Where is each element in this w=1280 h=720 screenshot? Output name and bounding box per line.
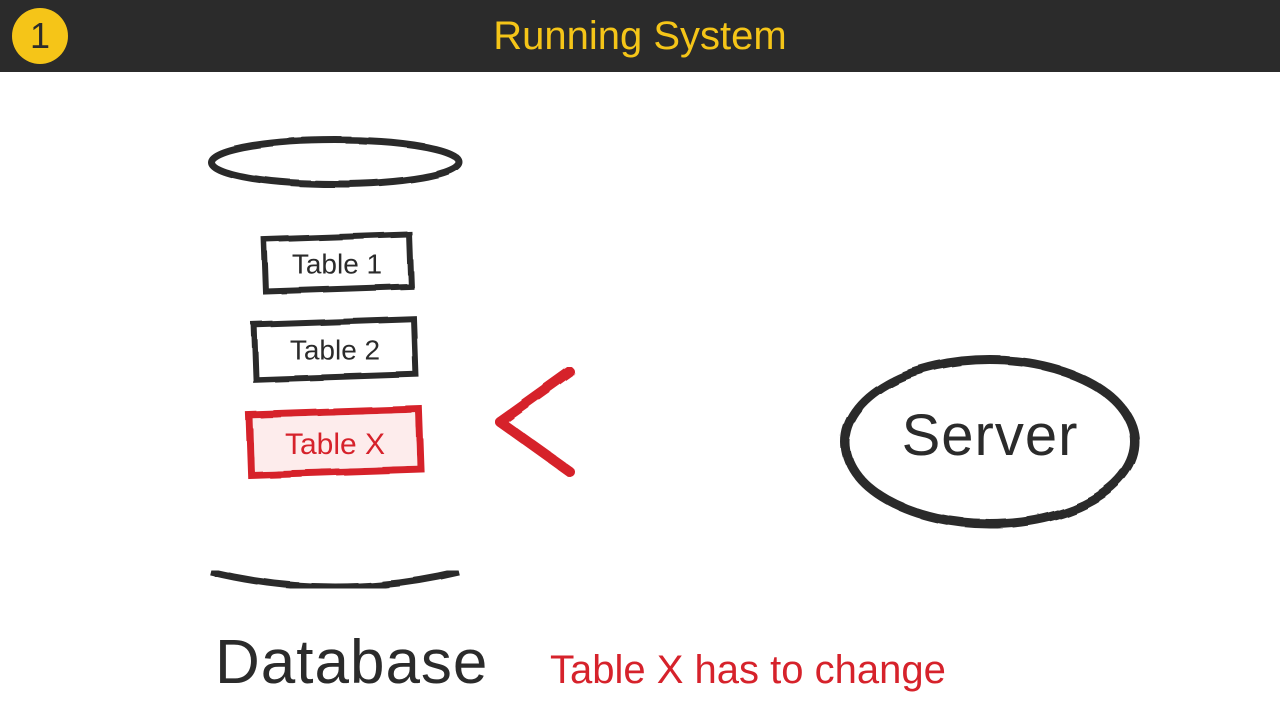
slide-header: 1 Running System (0, 0, 1280, 72)
step-number: 1 (30, 15, 50, 57)
database-label: Database (215, 627, 488, 698)
server-icon: Server (830, 342, 1150, 542)
slide-title: Running System (493, 14, 786, 59)
table-1-box: Table 1 (264, 234, 411, 291)
table-2-label: Table 2 (290, 334, 380, 365)
server-label: Server (902, 403, 1079, 468)
table-1-label: Table 1 (292, 248, 382, 279)
caption-text: Table X has to change (550, 648, 946, 693)
table-2-box: Table 2 (254, 319, 416, 380)
step-badge: 1 (12, 8, 68, 64)
diagram-stage: Table 1 Table 2 Table X Database (0, 72, 1280, 720)
table-x-box: Table X (249, 409, 421, 475)
database-icon: Table 1 Table 2 Table X (195, 132, 475, 612)
arrow-icon (470, 332, 860, 512)
table-x-label: Table X (285, 428, 385, 461)
